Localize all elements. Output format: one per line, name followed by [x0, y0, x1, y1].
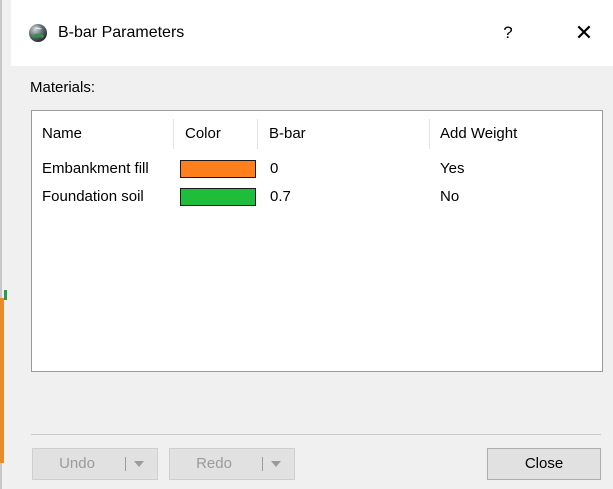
material-b-bar-value[interactable]: 0 [270, 159, 278, 179]
dialog-title: B-bar Parameters [58, 24, 185, 41]
close-button[interactable]: Close [487, 448, 601, 480]
column-header-b-bar[interactable]: B-bar [269, 124, 306, 144]
column-divider[interactable] [429, 119, 430, 149]
b-bar-parameters-dialog: B-bar Parameters ? ✕ Materials: Name Col… [11, 0, 613, 489]
material-add-weight-value[interactable]: No [440, 187, 459, 207]
column-header-color[interactable]: Color [185, 124, 221, 144]
material-color-swatch[interactable] [180, 160, 256, 178]
chevron-down-icon[interactable] [134, 461, 144, 467]
redo-button[interactable]: Redo [169, 448, 295, 480]
material-b-bar-value[interactable]: 0.7 [270, 187, 291, 207]
title-bar[interactable]: B-bar Parameters ? ✕ [11, 0, 613, 66]
materials-table[interactable]: Name Color B-bar Add Weight Embankment f… [31, 110, 603, 372]
background-accent-orange [0, 298, 4, 463]
column-header-add-weight[interactable]: Add Weight [440, 124, 517, 144]
close-window-button[interactable]: ✕ [567, 16, 601, 50]
background-accent-green [4, 290, 7, 300]
split-divider [125, 457, 126, 471]
globe-icon [29, 24, 47, 42]
column-divider[interactable] [173, 119, 174, 149]
material-name: Foundation soil [42, 188, 144, 205]
column-header-name[interactable]: Name [42, 124, 82, 144]
material-name: Embankment fill [42, 160, 149, 177]
column-divider[interactable] [257, 119, 258, 149]
undo-button[interactable]: Undo [32, 448, 158, 480]
close-icon: ✕ [574, 20, 594, 45]
undo-label: Undo [59, 455, 95, 472]
split-divider [262, 457, 263, 471]
material-add-weight-value[interactable]: Yes [440, 159, 464, 179]
material-color-swatch[interactable] [180, 188, 256, 206]
chevron-down-icon[interactable] [271, 461, 281, 467]
background-window-edge [0, 0, 11, 489]
redo-label: Redo [196, 455, 232, 472]
help-button[interactable]: ? [491, 16, 525, 50]
footer-divider [31, 434, 601, 435]
materials-label: Materials: [30, 79, 96, 96]
